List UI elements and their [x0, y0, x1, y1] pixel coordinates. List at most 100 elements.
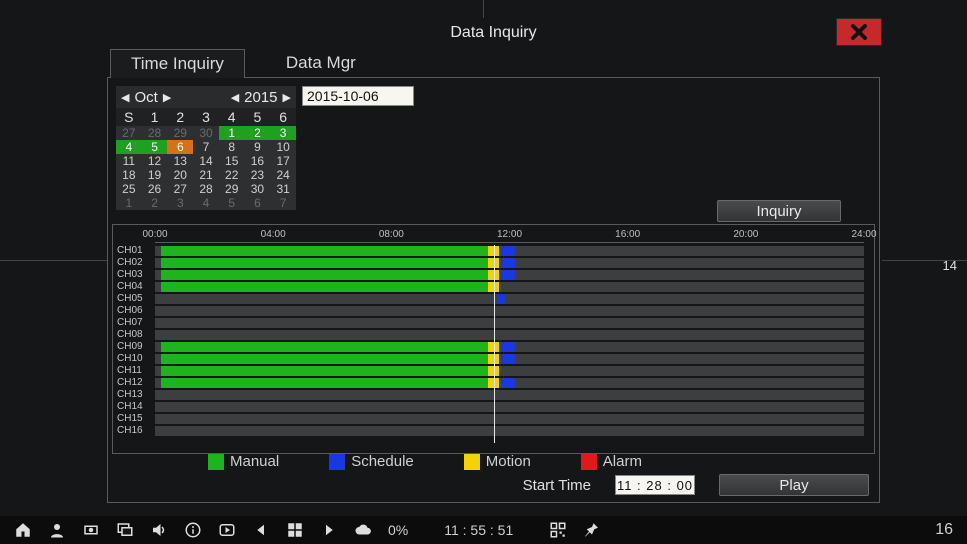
calendar-day[interactable]: 5	[142, 140, 168, 154]
recording-segment[interactable]	[161, 342, 489, 352]
next-icon[interactable]	[320, 521, 338, 539]
calendar-day[interactable]: 8	[219, 140, 245, 154]
channel-track[interactable]	[155, 402, 864, 412]
channel-track[interactable]	[155, 390, 864, 400]
calendar-day[interactable]: 10	[270, 140, 296, 154]
calendar-day[interactable]: 20	[167, 168, 193, 182]
channel-track[interactable]	[155, 246, 864, 256]
recording-segment[interactable]	[161, 354, 489, 364]
channel-track[interactable]	[155, 270, 864, 280]
channel-track[interactable]	[155, 282, 864, 292]
channel-track[interactable]	[155, 294, 864, 304]
calendar-day[interactable]: 27	[167, 182, 193, 196]
calendar-day[interactable]: 21	[193, 168, 219, 182]
channel-track[interactable]	[155, 318, 864, 328]
calendar-day[interactable]: 7	[270, 196, 296, 210]
pin-icon[interactable]	[583, 521, 601, 539]
volume-icon[interactable]	[150, 521, 168, 539]
calendar-day[interactable]: 2	[245, 126, 271, 140]
calendar-day[interactable]: 15	[219, 154, 245, 168]
calendar-day[interactable]: 1	[219, 126, 245, 140]
date-field[interactable]	[302, 86, 414, 106]
home-icon[interactable]	[14, 521, 32, 539]
calendar-day[interactable]: 4	[193, 196, 219, 210]
recording-segment[interactable]	[497, 294, 504, 304]
calendar-day[interactable]: 1	[116, 196, 142, 210]
calendar-day[interactable]: 6	[167, 140, 193, 154]
calendar-day[interactable]: 31	[270, 182, 296, 196]
recording-segment[interactable]	[502, 354, 515, 364]
calendar-day[interactable]: 2	[142, 196, 168, 210]
monitor-icon[interactable]	[116, 521, 134, 539]
calendar-day[interactable]: 28	[142, 126, 168, 140]
calendar-day[interactable]: 27	[116, 126, 142, 140]
recording-segment[interactable]	[502, 342, 515, 352]
channel-track[interactable]	[155, 366, 864, 376]
channel-track[interactable]	[155, 378, 864, 388]
calendar-day[interactable]: 25	[116, 182, 142, 196]
recording-segment[interactable]	[502, 258, 515, 268]
calendar-day[interactable]: 16	[245, 154, 271, 168]
channel-track[interactable]	[155, 354, 864, 364]
recording-segment[interactable]	[502, 270, 515, 280]
prev-year-icon[interactable]: ◀	[228, 91, 242, 104]
channel-track[interactable]	[155, 306, 864, 316]
calendar-day[interactable]: 28	[193, 182, 219, 196]
tab-time-inquiry[interactable]: Time Inquiry	[110, 49, 245, 78]
next-year-icon[interactable]: ▶	[280, 91, 294, 104]
recording-segment[interactable]	[161, 246, 489, 256]
calendar-day[interactable]: 14	[193, 154, 219, 168]
inquiry-button[interactable]: Inquiry	[717, 200, 841, 222]
record-icon[interactable]	[82, 521, 100, 539]
cloud-icon[interactable]	[354, 521, 372, 539]
tab-data-mgr[interactable]: Data Mgr	[265, 48, 377, 77]
recording-segment[interactable]	[161, 282, 489, 292]
calendar-day[interactable]: 17	[270, 154, 296, 168]
recording-segment[interactable]	[502, 246, 515, 256]
calendar-day[interactable]: 11	[116, 154, 142, 168]
calendar-day[interactable]: 9	[245, 140, 271, 154]
calendar-day[interactable]: 18	[116, 168, 142, 182]
recording-segment[interactable]	[161, 270, 489, 280]
channel-track[interactable]	[155, 426, 864, 436]
calendar-day[interactable]: 12	[142, 154, 168, 168]
channel-track[interactable]	[155, 330, 864, 340]
prev-month-icon[interactable]: ◀	[118, 91, 132, 104]
close-button[interactable]	[836, 18, 882, 46]
recording-segment[interactable]	[502, 378, 515, 388]
calendar-day[interactable]: 13	[167, 154, 193, 168]
play-icon[interactable]	[218, 521, 236, 539]
qr-icon[interactable]	[549, 521, 567, 539]
playhead[interactable]	[494, 245, 495, 443]
calendar-day[interactable]: 7	[193, 140, 219, 154]
next-month-icon[interactable]: ▶	[160, 91, 174, 104]
calendar-month: Oct	[132, 89, 159, 106]
calendar-day[interactable]: 24	[270, 168, 296, 182]
calendar-day[interactable]: 3	[270, 126, 296, 140]
recording-segment[interactable]	[161, 258, 489, 268]
calendar-day[interactable]: 30	[245, 182, 271, 196]
info-icon[interactable]	[184, 521, 202, 539]
calendar-day[interactable]: 22	[219, 168, 245, 182]
calendar-day[interactable]: 4	[116, 140, 142, 154]
channel-track[interactable]	[155, 414, 864, 424]
user-icon[interactable]	[48, 521, 66, 539]
calendar-day[interactable]: 30	[193, 126, 219, 140]
calendar-day[interactable]: 29	[167, 126, 193, 140]
calendar-day[interactable]: 26	[142, 182, 168, 196]
grid-icon[interactable]	[286, 521, 304, 539]
calendar-day[interactable]: 5	[219, 196, 245, 210]
calendar-day[interactable]: 6	[245, 196, 271, 210]
prev-icon[interactable]	[252, 521, 270, 539]
calendar-day[interactable]: 23	[245, 168, 271, 182]
recording-segment[interactable]	[161, 378, 489, 388]
recording-segment[interactable]	[161, 366, 489, 376]
start-time-field[interactable]	[615, 475, 695, 495]
channel-track[interactable]	[155, 258, 864, 268]
channel-track[interactable]	[155, 342, 864, 352]
calendar-day[interactable]: 29	[219, 182, 245, 196]
calendar-day[interactable]: 3	[167, 196, 193, 210]
calendar-day[interactable]: 19	[142, 168, 168, 182]
calendar[interactable]: ◀ Oct ▶ ◀ 2015 ▶ S123456 272829301234567…	[116, 86, 296, 210]
play-button[interactable]: Play	[719, 474, 869, 496]
